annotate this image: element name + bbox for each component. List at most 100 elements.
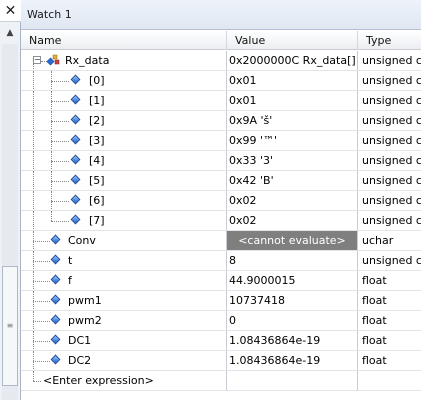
value-cell[interactable]: 0x42 'B' bbox=[226, 171, 358, 190]
tree-connector bbox=[33, 111, 34, 130]
type-cell: unsigned c bbox=[362, 174, 421, 187]
tree-connector bbox=[33, 191, 34, 210]
watch-row[interactable]: t 8 unsigned c bbox=[21, 251, 421, 271]
tree-connector bbox=[33, 251, 34, 270]
tree-connector bbox=[33, 71, 34, 90]
variable-icon bbox=[50, 294, 61, 305]
element-index: [3] bbox=[89, 134, 105, 147]
tree-connector bbox=[33, 311, 34, 330]
type-cell: unsigned c bbox=[362, 254, 421, 267]
tree-connector bbox=[33, 291, 34, 310]
variable-icon bbox=[50, 354, 61, 365]
name-cell[interactable]: − Rx_data bbox=[21, 51, 226, 70]
variable-icon bbox=[70, 154, 81, 165]
tree-connector bbox=[51, 141, 69, 142]
type-cell: float bbox=[362, 314, 387, 327]
tree-connector bbox=[51, 201, 69, 202]
watch-row[interactable]: DC1 1.08436864e-19 float bbox=[21, 331, 421, 351]
collapse-minus-icon[interactable]: − bbox=[33, 56, 41, 64]
type-cell: float bbox=[362, 274, 387, 287]
value-cell[interactable]: 0x01 bbox=[226, 71, 358, 90]
value-cell[interactable]: 0 bbox=[226, 311, 358, 330]
name-cell[interactable]: DC1 bbox=[21, 331, 226, 350]
value-cell[interactable]: 44.9000015 bbox=[226, 271, 358, 290]
tree-connector bbox=[33, 261, 50, 262]
value-cell[interactable]: 10737418 bbox=[226, 291, 358, 310]
element-index: [4] bbox=[89, 154, 105, 167]
name-cell[interactable]: [7] bbox=[21, 211, 226, 230]
close-icon[interactable]: ✕ bbox=[0, 0, 21, 22]
name-cell[interactable]: t bbox=[21, 251, 226, 270]
tree-connector bbox=[33, 321, 50, 322]
watch-row[interactable]: [7] 0x02 unsigned c bbox=[21, 211, 421, 231]
value-cell bbox=[226, 371, 358, 390]
value-cell[interactable]: 0x33 '3' bbox=[226, 151, 358, 170]
column-header-type[interactable]: Type bbox=[358, 31, 421, 50]
tree-connector bbox=[33, 381, 41, 382]
variable-icon bbox=[70, 134, 81, 145]
watch-row[interactable]: − Rx_data 0x2000000C Rx_data[] ... unsigned… bbox=[21, 51, 421, 71]
name-cell[interactable]: [4] bbox=[21, 151, 226, 170]
scroll-up-arrow-icon[interactable]: ▲ bbox=[2, 26, 18, 40]
name-cell[interactable]: [3] bbox=[21, 131, 226, 150]
enter-expression-row[interactable]: <Enter expression> bbox=[21, 371, 421, 391]
tree-connector bbox=[33, 91, 34, 110]
tree-connector bbox=[33, 351, 34, 370]
name-cell[interactable]: DC2 bbox=[21, 351, 226, 370]
watch-row[interactable]: [0] 0x01 unsigned c bbox=[21, 71, 421, 91]
value-cell[interactable]: 0x9A 'š' bbox=[226, 111, 358, 130]
column-header-name[interactable]: Name bbox=[21, 31, 227, 50]
type-cell: float bbox=[362, 334, 387, 347]
value-cell[interactable]: 8 bbox=[226, 251, 358, 270]
type-cell: uchar bbox=[362, 234, 394, 247]
name-cell[interactable]: [1] bbox=[21, 91, 226, 110]
name-cell[interactable]: <Enter expression> bbox=[21, 371, 226, 390]
name-cell[interactable]: pwm2 bbox=[21, 311, 226, 330]
type-cell: unsigned c bbox=[362, 54, 421, 67]
variable-name: t bbox=[68, 254, 73, 267]
value-cell[interactable]: 0x2000000C Rx_data[] ... bbox=[226, 51, 358, 70]
variable-name: Conv bbox=[68, 234, 96, 247]
watch-row[interactable]: pwm1 10737418 float bbox=[21, 291, 421, 311]
watch-row[interactable]: DC2 1.08436864e-19 float bbox=[21, 351, 421, 371]
watch-row[interactable]: pwm2 0 float bbox=[21, 311, 421, 331]
name-cell[interactable]: f bbox=[21, 271, 226, 290]
watch-row[interactable]: [3] 0x99 '™' unsigned c bbox=[21, 131, 421, 151]
element-index: [6] bbox=[89, 194, 105, 207]
type-cell: unsigned c bbox=[362, 74, 421, 87]
value-cell[interactable]: 0x99 '™' bbox=[226, 131, 358, 150]
type-cell: unsigned c bbox=[362, 194, 421, 207]
tree-connector bbox=[51, 221, 69, 222]
type-cell: unsigned c bbox=[362, 114, 421, 127]
name-cell[interactable]: [2] bbox=[21, 111, 226, 130]
watch-row[interactable]: f 44.9000015 float bbox=[21, 271, 421, 291]
name-cell[interactable]: Conv bbox=[21, 231, 226, 250]
name-cell[interactable]: [5] bbox=[21, 171, 226, 190]
name-cell[interactable]: [0] bbox=[21, 71, 226, 90]
value-cell[interactable]: 0x02 bbox=[226, 211, 358, 230]
column-header-value[interactable]: Value bbox=[227, 31, 358, 50]
variable-icon bbox=[50, 274, 61, 285]
type-cell: float bbox=[362, 294, 387, 307]
name-cell[interactable]: [6] bbox=[21, 191, 226, 210]
watch-row[interactable]: [6] 0x02 unsigned c bbox=[21, 191, 421, 211]
value-cell[interactable]: 0x01 bbox=[226, 91, 358, 110]
value-cell[interactable]: 1.08436864e-19 bbox=[226, 331, 358, 350]
value-cell[interactable]: <cannot evaluate> bbox=[226, 231, 358, 250]
watch-row[interactable]: [2] 0x9A 'š' unsigned c bbox=[21, 111, 421, 131]
watch-row[interactable]: Conv <cannot evaluate> uchar bbox=[21, 231, 421, 251]
value-cell[interactable]: 0x02 bbox=[226, 191, 358, 210]
vertical-scrollbar[interactable]: ≡ bbox=[2, 44, 18, 400]
tree-connector bbox=[51, 181, 69, 182]
watch-window: Watch 1 Name Value Type − Rx_data 0x200000… bbox=[21, 0, 421, 400]
tree-connector bbox=[33, 171, 34, 190]
tree-connector bbox=[33, 361, 50, 362]
element-index: [1] bbox=[89, 94, 105, 107]
enter-expression-input[interactable]: <Enter expression> bbox=[43, 371, 154, 390]
watch-row[interactable]: [5] 0x42 'B' unsigned c bbox=[21, 171, 421, 191]
name-cell[interactable]: pwm1 bbox=[21, 291, 226, 310]
scrollbar-thumb[interactable]: ≡ bbox=[2, 266, 18, 386]
value-cell[interactable]: 1.08436864e-19 bbox=[226, 351, 358, 370]
watch-row[interactable]: [1] 0x01 unsigned c bbox=[21, 91, 421, 111]
watch-row[interactable]: [4] 0x33 '3' unsigned c bbox=[21, 151, 421, 171]
